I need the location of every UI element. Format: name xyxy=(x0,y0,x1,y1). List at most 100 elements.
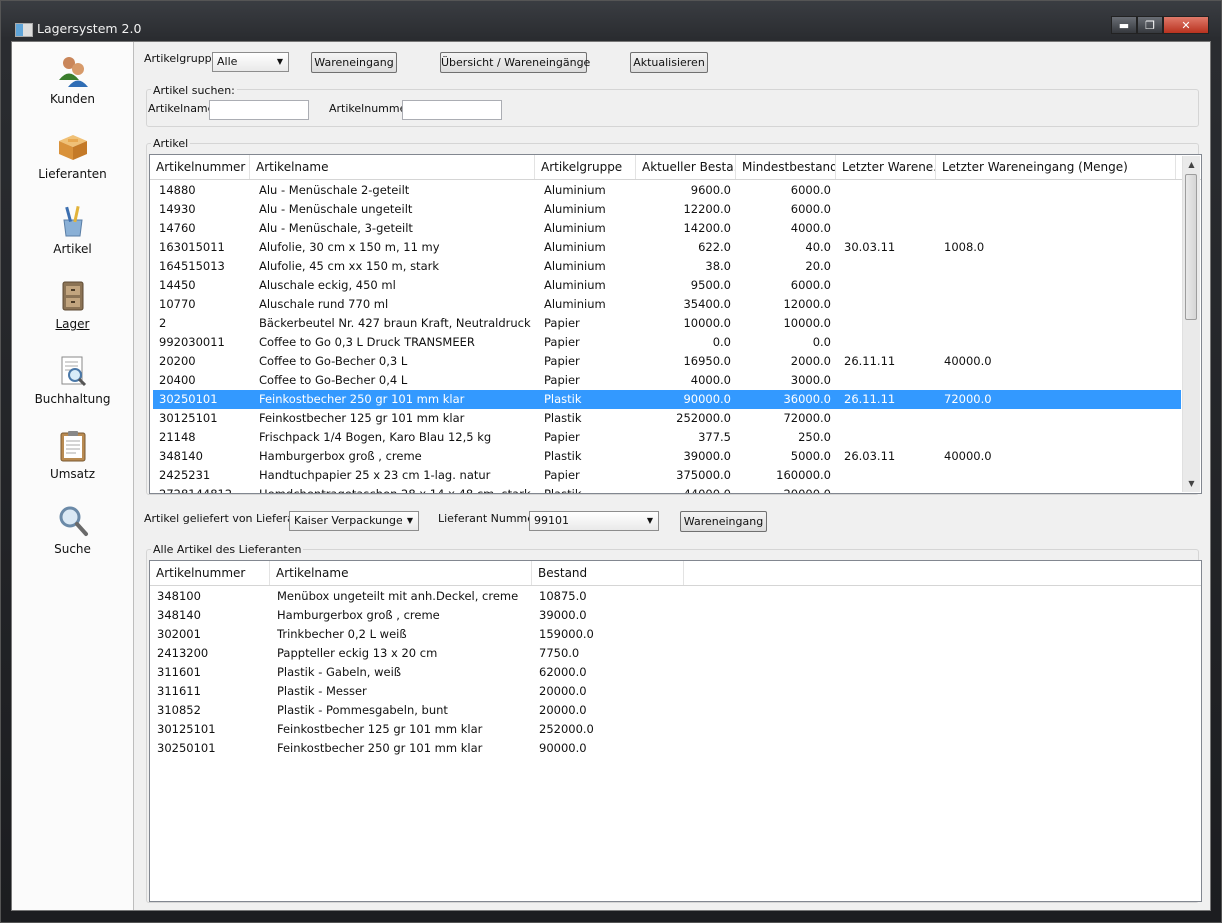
articles-scrollbar[interactable]: ▲ ▼ xyxy=(1182,156,1200,492)
table-row[interactable]: 30250101 Feinkostbecher 250 gr 101 mm kla… xyxy=(151,739,1200,758)
supplier-wareneingang-button[interactable]: Wareneingang xyxy=(680,511,767,532)
sidebar-item-lager[interactable]: Lager xyxy=(12,279,133,331)
table-row[interactable]: 310852 Plastik - Pommesgabeln, bunt 20000.… xyxy=(151,701,1200,720)
table-row[interactable]: 311601 Plastik - Gabeln, weiß 62000.0 xyxy=(151,663,1200,682)
table-cell: 40000.0 xyxy=(944,354,992,368)
table-cell: 377.5 xyxy=(698,430,731,444)
articles-group-title: Artikel xyxy=(151,137,191,150)
table-row[interactable]: 2 Bäckerbeutel Nr. 427 braun Kraft, Neutr… xyxy=(153,314,1181,333)
table-cell: Hamburgerbox groß , creme xyxy=(277,608,440,622)
sidebar-item-label: Lager xyxy=(55,317,90,331)
table-cell: Plastik - Messer xyxy=(277,684,367,698)
sidebar-item-buchhaltung[interactable]: Buchhaltung xyxy=(12,354,133,406)
sidebar-item-kunden[interactable]: Kunden xyxy=(12,54,133,106)
col-header[interactable]: Mindestbestand xyxy=(736,155,836,179)
table-cell: 14880 xyxy=(159,183,196,197)
table-row[interactable]: 348140 Hamburgerbox groß , creme Plastik 39… xyxy=(153,447,1181,466)
table-row[interactable]: 14450 Aluschale eckig, 450 ml Aluminium 950… xyxy=(153,276,1181,295)
col-header[interactable]: Letzter Warene... xyxy=(836,155,936,179)
table-row[interactable]: 30125101 Feinkostbecher 125 gr 101 mm kla… xyxy=(153,409,1181,428)
supplier-select[interactable]: Kaiser Verpackungen GmbH ▼ xyxy=(289,511,419,531)
col-header[interactable]: Letzter Wareneingang (Menge) xyxy=(936,155,1176,179)
article-name-input[interactable] xyxy=(209,100,309,120)
table-row[interactable]: 348140 Hamburgerbox groß , creme 39000.0 xyxy=(151,606,1200,625)
scroll-up-icon[interactable]: ▲ xyxy=(1183,156,1200,173)
table-cell: Papier xyxy=(544,373,580,387)
maximize-button[interactable]: ❐ xyxy=(1137,16,1163,34)
table-cell: Alufolie, 30 cm x 150 m, 11 my xyxy=(259,240,440,254)
refresh-button[interactable]: Aktualisieren xyxy=(630,52,708,73)
sidebar-item-artikel[interactable]: Artikel xyxy=(12,204,133,256)
table-row[interactable]: 21148 Frischpack 1/4 Bogen, Karo Blau 12,… xyxy=(153,428,1181,447)
table-cell: Aluminium xyxy=(544,183,606,197)
table-cell: Aluminium xyxy=(544,297,606,311)
table-cell xyxy=(944,219,1174,238)
table-cell: 20000.0 xyxy=(783,487,831,494)
table-cell: 26.03.11 xyxy=(844,449,896,463)
sidebar-item-label: Buchhaltung xyxy=(34,392,111,406)
supplier-number-label: Lieferant Nummer: xyxy=(438,512,543,525)
table-row[interactable]: 302001 Trinkbecher 0,2 L weiß 159000.0 xyxy=(151,625,1200,644)
table-row[interactable]: 30250101 Feinkostbecher 250 gr 101 mm kla… xyxy=(153,390,1181,409)
wareneingang-button[interactable]: Wareneingang xyxy=(311,52,397,73)
col-header[interactable]: Artikelnummer xyxy=(150,155,250,179)
table-cell: Feinkostbecher 250 gr 101 mm klar xyxy=(277,741,483,755)
table-cell: Hamburgerbox groß , creme xyxy=(259,449,422,463)
table-cell xyxy=(944,371,1174,390)
table-row[interactable]: 20400 Coffee to Go-Becher 0,4 L Papier 4000… xyxy=(153,371,1181,390)
table-row[interactable]: 348100 Menübox ungeteilt mit anh.Deckel, … xyxy=(151,587,1200,606)
table-row[interactable]: 163015011 Alufolie, 30 cm x 150 m, 11 my A… xyxy=(153,238,1181,257)
table-cell xyxy=(844,257,939,276)
sidebar-item-lieferanten[interactable]: Lieferanten xyxy=(12,129,133,181)
col-header[interactable]: Artikelname xyxy=(270,561,532,585)
supplier-select-value: Kaiser Verpackungen GmbH xyxy=(294,514,402,527)
sidebar-item-suche[interactable]: Suche xyxy=(12,504,133,556)
col-header[interactable]: Artikelname xyxy=(250,155,535,179)
table-cell: 21148 xyxy=(159,430,196,444)
table-row[interactable]: 2425231 Handtuchpapier 25 x 23 cm 1-lag. … xyxy=(153,466,1181,485)
table-row[interactable]: 20200 Coffee to Go-Becher 0,3 L Papier 1695… xyxy=(153,352,1181,371)
table-cell: Papier xyxy=(544,354,580,368)
minimize-button[interactable]: ▬ xyxy=(1111,16,1137,34)
col-header[interactable]: Artikelnummer xyxy=(150,561,270,585)
document-magnifier-icon xyxy=(61,356,86,387)
col-header[interactable]: Aktueller Besta... xyxy=(636,155,736,179)
table-cell: 252000.0 xyxy=(539,722,594,736)
table-cell: 12200.0 xyxy=(683,202,731,216)
app-window: Lagersystem 2.0 ▬ ❐ ✕ Kunden Lieferanten… xyxy=(0,0,1222,923)
table-row[interactable]: 992030011 Coffee to Go 0,3 L Druck TRANSM… xyxy=(153,333,1181,352)
search-group-title: Artikel suchen: xyxy=(151,84,237,97)
supplier-number-select[interactable]: 99101 ▼ xyxy=(529,511,659,531)
table-cell: 0.0 xyxy=(712,335,731,349)
brush-cup-icon xyxy=(62,205,83,237)
table-row[interactable]: 14760 Alu - Menüschale, 3-geteilt Aluminiu… xyxy=(153,219,1181,238)
table-row[interactable]: 311611 Plastik - Messer 20000.0 xyxy=(151,682,1200,701)
table-row[interactable]: 30125101 Feinkostbecher 125 gr 101 mm kla… xyxy=(151,720,1200,739)
col-header[interactable]: Artikelgruppe xyxy=(535,155,636,179)
group-select[interactable]: Alle ▼ xyxy=(212,52,289,72)
table-row[interactable]: 10770 Aluschale rund 770 ml Aluminium 35400… xyxy=(153,295,1181,314)
table-cell: 14760 xyxy=(159,221,196,235)
sidebar-item-umsatz[interactable]: Umsatz xyxy=(12,429,133,481)
supplier-articles-table[interactable]: Artikelnummer Artikelname Bestand 348100… xyxy=(149,560,1202,902)
overview-button[interactable]: Übersicht / Wareneingänge xyxy=(440,52,590,73)
articles-table[interactable]: Artikelnummer Artikelname Artikelgruppe … xyxy=(149,154,1202,494)
articles-table-header: Artikelnummer Artikelname Artikelgruppe … xyxy=(150,155,1201,180)
scroll-down-icon[interactable]: ▼ xyxy=(1183,475,1200,492)
table-cell xyxy=(944,295,1174,314)
col-header[interactable]: Bestand xyxy=(532,561,684,585)
table-cell: Alu - Menüschale ungeteilt xyxy=(259,202,413,216)
table-cell: Trinkbecher 0,2 L weiß xyxy=(277,627,407,641)
table-row[interactable]: 2728144812 Hemdchentragetaschen 28 x 14 x… xyxy=(153,485,1181,494)
table-cell: 622.0 xyxy=(698,240,731,254)
table-cell: 90000.0 xyxy=(683,392,731,406)
table-cell: 14200.0 xyxy=(683,221,731,235)
table-row[interactable]: 2413200 Pappteller eckig 13 x 20 cm 7750.0 xyxy=(151,644,1200,663)
scroll-thumb[interactable] xyxy=(1185,174,1197,320)
article-number-input[interactable] xyxy=(402,100,502,120)
table-cell: 10770 xyxy=(159,297,196,311)
table-row[interactable]: 14930 Alu - Menüschale ungeteilt Aluminium… xyxy=(153,200,1181,219)
close-button[interactable]: ✕ xyxy=(1163,16,1209,34)
table-row[interactable]: 14880 Alu - Menüschale 2-geteilt Aluminium… xyxy=(153,181,1181,200)
table-row[interactable]: 164515013 Alufolie, 45 cm xx 150 m, stark… xyxy=(153,257,1181,276)
